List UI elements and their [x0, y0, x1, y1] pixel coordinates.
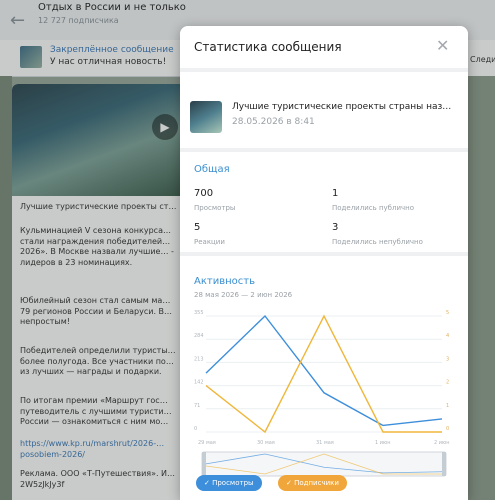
y-right-tick-label: 1	[446, 403, 449, 409]
x-tick-label: 2 июн	[434, 440, 450, 446]
y-right-tick-label: 4	[446, 333, 449, 339]
modal-header: Статистика сообщения ✕	[180, 26, 468, 68]
close-icon[interactable]: ✕	[436, 36, 449, 55]
views-value: 700	[194, 188, 214, 199]
x-tick-label: 30 мая	[257, 440, 275, 446]
message-stats-modal: Статистика сообщения ✕ Лучшие туристичес…	[180, 26, 468, 500]
y-left-tick-label: 284	[194, 333, 204, 339]
activity-chart[interactable]: 0 0 71 1 142 2 213 3 284 4 355 5 29 мая 30 мая 31 мая 1…	[180, 256, 468, 500]
y-right-tick-label: 0	[446, 426, 449, 432]
modal-title: Статистика сообщения	[194, 40, 342, 54]
public-shares-value: 1	[332, 188, 339, 199]
general-title: Общая	[194, 164, 230, 175]
views-label: Просмотры	[194, 204, 236, 212]
y-left-tick-label: 142	[194, 380, 204, 386]
general-section: Общая 700 Просмотры 1 Поделились публичн…	[180, 152, 468, 252]
subscribers-toggle-button[interactable]: ✓ Подписчики	[278, 475, 347, 491]
y-left-tick-label: 355	[194, 310, 204, 316]
series-line-subscribers	[205, 314, 442, 434]
x-tick-label: 1 июн	[375, 440, 391, 446]
public-shares-label: Поделились публично	[332, 204, 414, 212]
message-preview[interactable]: Лучшие туристические проекты страны наз……	[180, 72, 468, 148]
reactions-value: 5	[194, 222, 201, 233]
message-title: Лучшие туристические проекты страны наз…	[232, 102, 452, 112]
y-right-tick-label: 2	[446, 380, 449, 386]
y-left-tick-label: 213	[194, 356, 204, 362]
x-tick-label: 29 мая	[198, 440, 216, 446]
reactions-label: Реакции	[194, 238, 225, 246]
y-right-tick-label: 5	[446, 310, 449, 316]
activity-section: Активность 28 мая 2026 — 2 июн 2026 0 0 71…	[180, 256, 468, 500]
private-shares-value: 3	[332, 222, 339, 233]
navigator-handle-right	[442, 452, 446, 476]
message-thumbnail	[190, 101, 222, 133]
x-tick-label: 31 мая	[316, 440, 334, 446]
message-date: 28.05.2026 в 8:41	[232, 117, 315, 127]
views-toggle-button[interactable]: ✓ Просмотры	[196, 475, 262, 491]
y-right-tick-label: 3	[446, 356, 449, 362]
navigator-handle-left	[202, 452, 206, 476]
y-left-tick-label: 71	[194, 403, 200, 409]
private-shares-label: Поделились непублично	[332, 238, 423, 246]
y-left-tick-label: 0	[194, 426, 197, 432]
